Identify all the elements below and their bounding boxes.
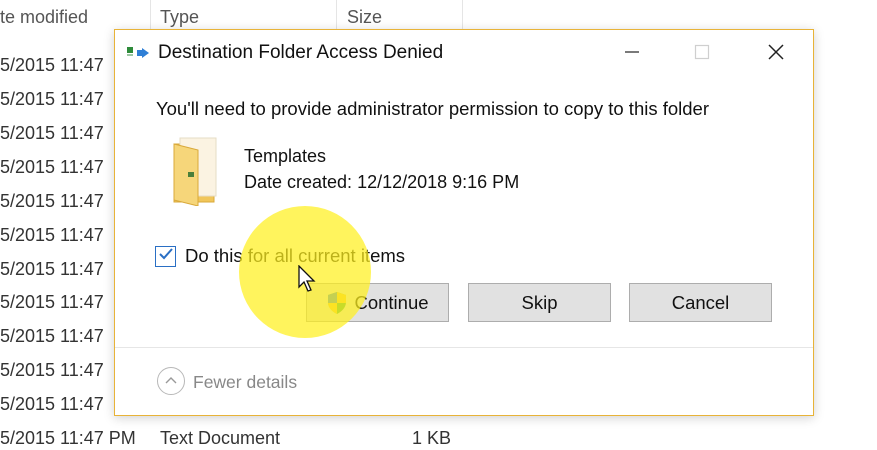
permission-message: You'll need to provide administrator per… [156,98,710,119]
dialog-title: Destination Folder Access Denied [158,42,444,63]
table-row-date[interactable]: 5/2015 11:47 [0,292,104,313]
cancel-button[interactable]: Cancel [629,283,772,322]
table-row-size[interactable]: 1 KB [412,428,451,449]
close-icon [767,43,785,66]
maximize-button [682,36,722,72]
apply-all-checkbox[interactable] [155,246,176,267]
table-row-date[interactable]: 5/2015 11:47 [0,360,104,381]
apply-all-label[interactable]: Do this for all current items [185,245,405,267]
table-row-date[interactable]: 5/2015 11:47 [0,157,104,178]
table-row-date[interactable]: 5/2015 11:47 [0,55,104,76]
maximize-icon [694,44,710,65]
copy-folder-icon [126,45,152,61]
continue-button[interactable]: Continue [306,283,449,322]
table-row-date[interactable]: 5/2015 11:47 [0,123,104,144]
dialog-divider [115,347,813,348]
dialog-titlebar[interactable]: Destination Folder Access Denied [115,30,813,76]
minimize-icon [624,44,640,65]
column-header-date-modified[interactable]: te modified [0,0,88,34]
table-row-date[interactable]: 5/2015 11:47 [0,394,104,415]
continue-label: Continue [354,291,429,313]
table-row-date[interactable]: 5/2015 11:47 [0,191,104,212]
item-name: Templates [244,146,327,166]
checkmark-icon [158,247,174,266]
table-row-type[interactable]: Text Document [160,428,280,449]
item-date-created: Date created: 12/12/2018 9:16 PM [244,172,520,192]
skip-button[interactable]: Skip [468,283,611,322]
access-denied-dialog: Destination Folder Access Denied You'll … [114,29,814,416]
uac-shield-icon [326,291,348,315]
close-button[interactable] [756,36,796,72]
folder-icon [168,134,224,207]
fewer-details-toggle[interactable] [157,367,185,395]
table-row-date[interactable]: 5/2015 11:47 [0,326,104,347]
table-row-date[interactable]: 5/2015 11:47 [0,89,104,110]
table-row-date[interactable]: 5/2015 11:47 [0,259,104,280]
fewer-details-label[interactable]: Fewer details [193,372,297,393]
table-row-date[interactable]: 5/2015 11:47 [0,225,104,246]
table-row-date[interactable]: 5/2015 11:47 PM [0,428,136,449]
chevron-up-icon [164,372,178,390]
minimize-button[interactable] [612,36,652,72]
